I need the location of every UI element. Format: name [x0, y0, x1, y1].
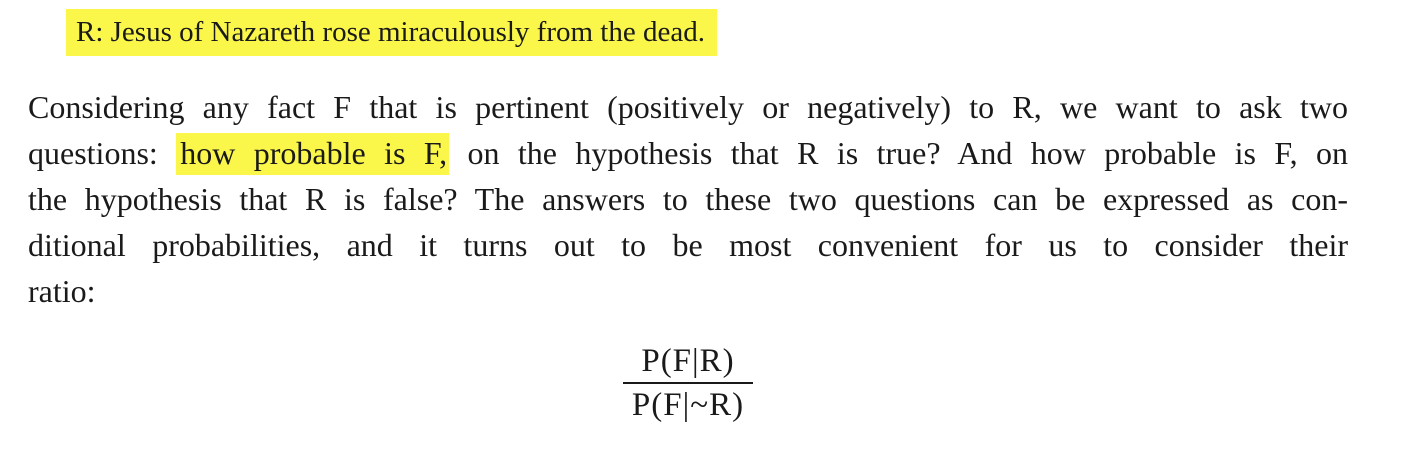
- paragraph-line-3: the hypothesis that R is false? The answ…: [28, 181, 1348, 217]
- statement-text: R: Jesus of Nazareth rose miraculously f…: [76, 16, 705, 48]
- paragraph-line-2: questions: how probable is F, on the hyp…: [28, 130, 1348, 176]
- paragraph-line-5: ratio:: [28, 273, 96, 309]
- probability-ratio-formula: P(F|R) P(F|~R): [619, 340, 757, 426]
- paragraph-line-4: ditional probabilities, and it turns out…: [28, 227, 1348, 263]
- paragraph-line-1: Considering any fact F that is pertinent…: [28, 89, 1348, 125]
- line-2-end: on the hypothesis that R is true? And ho…: [449, 135, 1349, 171]
- highlighted-phrase: how probable is F,: [176, 133, 450, 175]
- body-paragraph: Considering any fact F that is pertinent…: [28, 84, 1348, 314]
- line-2-start: questions:: [28, 135, 177, 171]
- formula-denominator: P(F|~R): [631, 387, 745, 423]
- formula-numerator: P(F|R): [641, 343, 735, 379]
- highlighted-statement-r: R: Jesus of Nazareth rose miraculously f…: [66, 9, 717, 56]
